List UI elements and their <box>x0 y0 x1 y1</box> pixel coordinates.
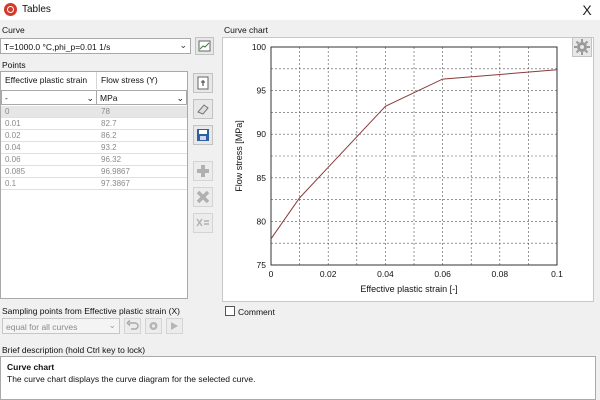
stress-cell[interactable]: 93.2 <box>97 142 187 154</box>
eraser-icon <box>197 104 209 115</box>
strain-cell[interactable]: 0.06 <box>1 154 97 166</box>
sampling-select-value: equal for all curves <box>6 322 78 332</box>
table-row[interactable]: 0.06 96.32 <box>1 154 187 166</box>
chevron-down-icon: ⌄ <box>108 320 116 330</box>
strain-cell[interactable]: 0.04 <box>1 142 97 154</box>
gear-icon <box>149 322 158 330</box>
cross-icon <box>196 190 210 204</box>
stress-cell[interactable]: 96.32 <box>97 154 187 166</box>
stress-unit-value: MPa <box>100 93 118 103</box>
delete-row-button[interactable] <box>193 187 213 207</box>
curve-edit-button[interactable] <box>195 37 214 55</box>
y-tick-label: 95 <box>257 86 267 96</box>
save-icon <box>197 129 209 141</box>
app-logo-icon <box>4 3 17 16</box>
chart-settings-button[interactable] <box>572 37 592 57</box>
undo-icon <box>126 319 139 330</box>
window-title: Tables <box>22 4 51 15</box>
table-row[interactable]: 0.04 93.2 <box>1 142 187 154</box>
chart-edit-icon <box>198 40 211 52</box>
save-button[interactable] <box>193 125 213 145</box>
sampling-select[interactable]: equal for all curves ⌄ <box>2 318 120 334</box>
sampling-settings-button[interactable] <box>145 318 162 334</box>
description-text: The curve chart displays the curve diagr… <box>7 374 256 384</box>
formula-button[interactable] <box>193 213 213 233</box>
undo-button[interactable] <box>124 318 141 334</box>
stress-cell[interactable]: 96.9867 <box>97 166 187 178</box>
stress-cell[interactable]: 86.2 <box>97 130 187 142</box>
strain-cell[interactable]: 0.01 <box>1 118 97 130</box>
curve-chart-label: Curve chart <box>224 25 268 35</box>
sampling-label: Sampling points from Effective plastic s… <box>2 306 180 316</box>
curve-select-value: T=1000.0 °C,phi_p=0.01 1/s <box>4 42 111 52</box>
column-header-strain[interactable]: Effective plastic strain <box>1 72 97 89</box>
y-tick-label: 100 <box>252 42 266 52</box>
strain-unit-value: - <box>5 93 8 103</box>
close-button[interactable]: X <box>578 1 596 19</box>
strain-cell[interactable]: 0.085 <box>1 166 97 178</box>
curve-select[interactable]: T=1000.0 °C,phi_p=0.01 1/s ⌄ <box>0 38 191 54</box>
curve-chart: 0 0.02 0.04 0.06 0.08 0.1 75 80 85 90 95 100 Effecti… <box>234 42 563 294</box>
x-tick-label: 0.02 <box>320 269 337 279</box>
description-panel: Curve chart The curve chart displays the… <box>0 356 596 400</box>
table-row[interactable]: 0.085 96.9867 <box>1 166 187 178</box>
x-tick-label: 0 <box>269 269 274 279</box>
table-row[interactable]: 0.1 97.3867 <box>1 178 187 190</box>
comment-checkbox[interactable] <box>225 306 235 316</box>
table-row[interactable]: 0.02 86.2 <box>1 130 187 142</box>
stress-cell[interactable]: 78 <box>97 106 187 118</box>
x-tick-label: 0.04 <box>377 269 394 279</box>
arrow-right-icon <box>171 322 178 330</box>
add-row-button[interactable] <box>193 161 213 181</box>
gear-icon <box>574 39 590 55</box>
import-button[interactable] <box>193 73 213 93</box>
stress-cell[interactable]: 97.3867 <box>97 178 187 190</box>
y-tick-label: 80 <box>257 216 267 226</box>
strain-cell[interactable]: 0.02 <box>1 130 97 142</box>
strain-cell[interactable]: 0 <box>1 106 97 118</box>
table-row[interactable]: 0.01 82.7 <box>1 118 187 130</box>
description-header: Brief description (hold Ctrl key to lock… <box>2 345 146 355</box>
x-axis-label: Effective plastic strain [-] <box>360 284 457 294</box>
y-axis-label: Flow stress [MPa] <box>234 120 244 192</box>
stress-unit-select[interactable]: MPa ⌄ <box>96 90 187 105</box>
points-section-label: Points <box>2 60 26 70</box>
chevron-down-icon: ⌄ <box>86 93 94 103</box>
comment-label: Comment <box>238 307 275 317</box>
x-tick-label: 0.1 <box>551 269 563 279</box>
y-tick-label: 90 <box>257 129 267 139</box>
strain-cell[interactable]: 0.1 <box>1 178 97 190</box>
x-tick-label: 0.06 <box>434 269 451 279</box>
curve-chart-panel: 0 0.02 0.04 0.06 0.08 0.1 75 80 85 90 95 100 Effecti… <box>222 37 594 302</box>
units-row: - ⌄ MPa ⌄ <box>1 90 187 105</box>
chevron-down-icon: ⌄ <box>179 40 187 50</box>
table-row[interactable]: 0 78 <box>1 106 187 118</box>
y-tick-label: 85 <box>257 173 267 183</box>
curve-section-label: Curve <box>2 25 25 35</box>
strain-unit-select[interactable]: - ⌄ <box>1 90 97 105</box>
stress-cell[interactable]: 82.7 <box>97 118 187 130</box>
clear-button[interactable] <box>193 99 213 119</box>
column-header-stress[interactable]: Flow stress (Y) <box>97 72 187 89</box>
description-title: Curve chart <box>7 362 55 372</box>
title-bar <box>0 0 600 20</box>
y-tick-label: 75 <box>257 260 267 270</box>
plus-icon <box>197 165 209 177</box>
x-tick-label: 0.08 <box>492 269 509 279</box>
chevron-down-icon: ⌄ <box>176 93 184 103</box>
points-table: Effective plastic strain Flow stress (Y)… <box>0 71 188 299</box>
formula-icon <box>196 218 209 227</box>
apply-button[interactable] <box>166 318 183 334</box>
import-icon <box>197 76 209 90</box>
